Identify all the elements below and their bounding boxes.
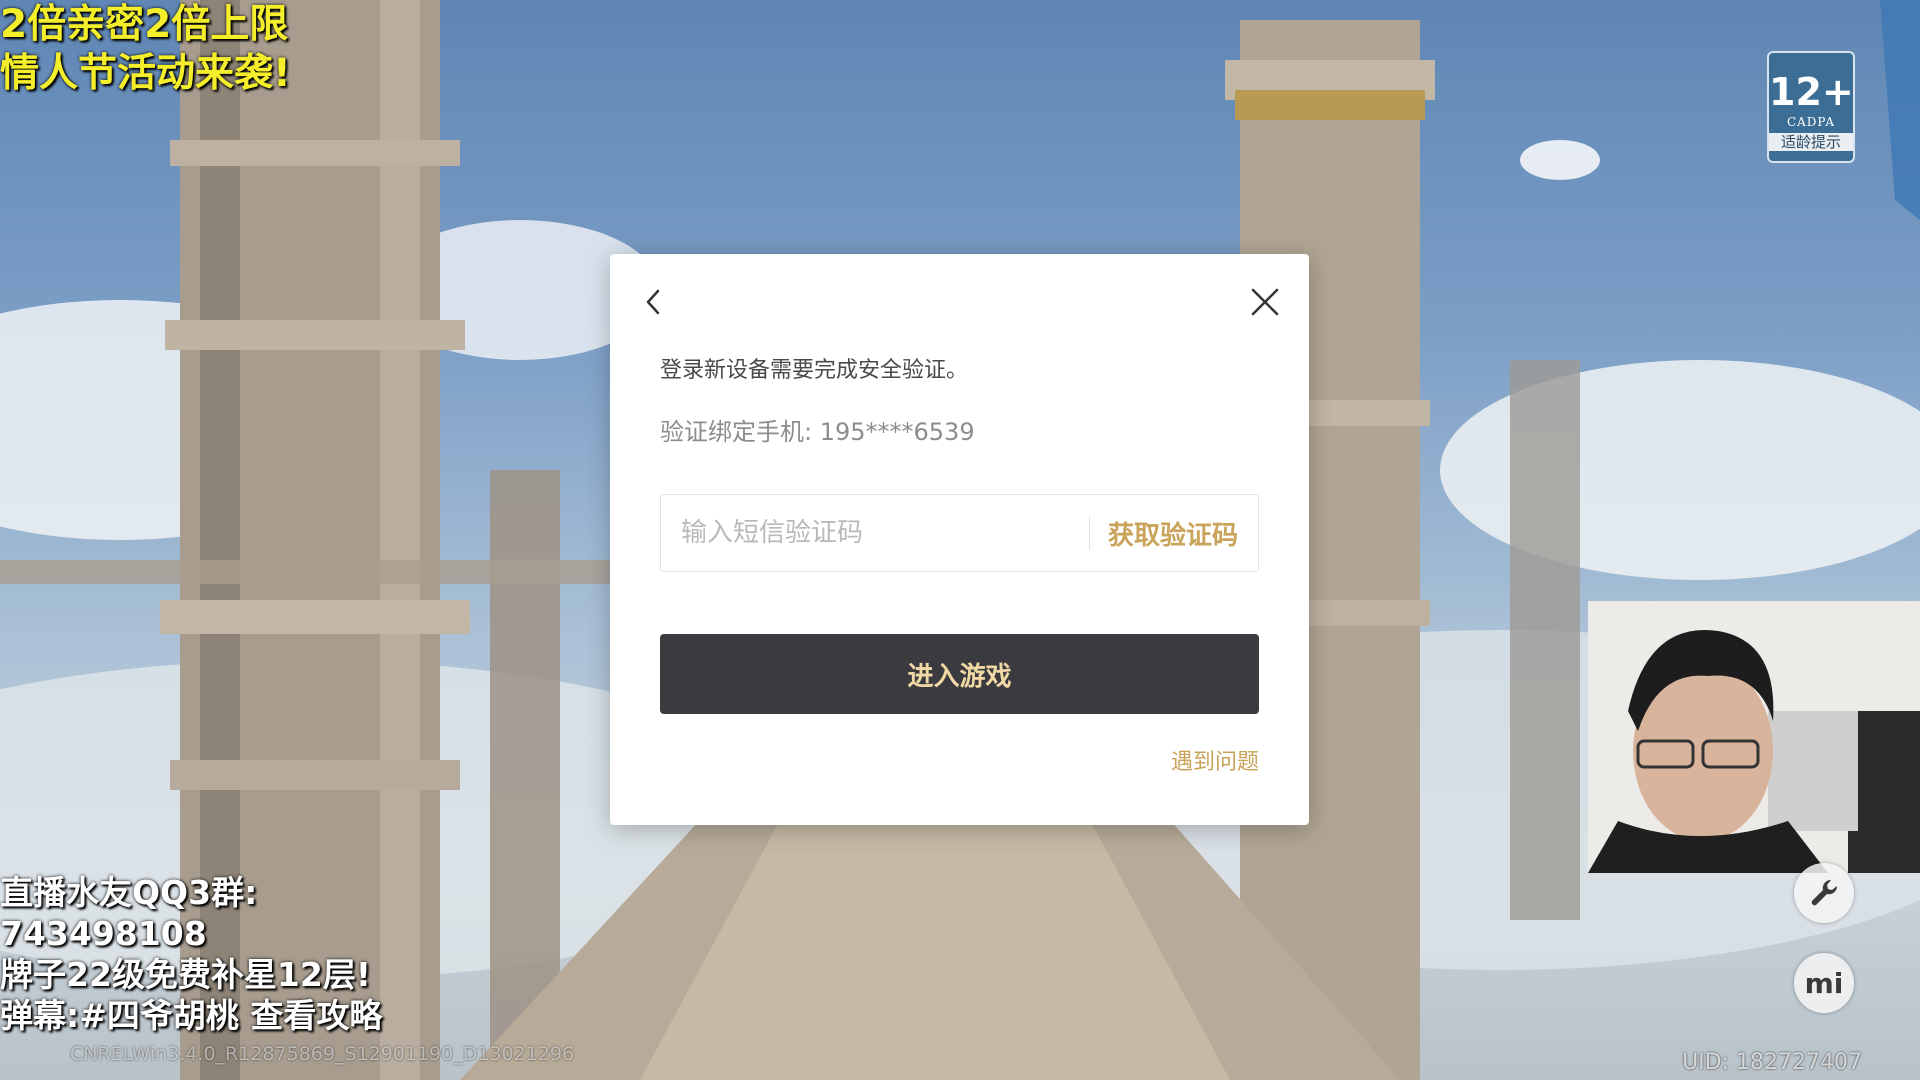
close-button[interactable] <box>1243 280 1287 324</box>
game-version: CNRELWin3.4.0_R12875869_S12901190_D13021… <box>70 1043 575 1065</box>
settings-wrench-button[interactable] <box>1794 863 1854 923</box>
stream-info-line-4: 弹幕:#四爷胡桃 查看攻略 <box>0 996 383 1035</box>
close-icon <box>1251 288 1279 316</box>
sms-code-input[interactable] <box>661 494 1089 572</box>
promo-line-2: 情人节活动来袭! <box>0 51 291 96</box>
age-rating-tip: 适龄提示 <box>1769 133 1853 151</box>
age-rating-org: CADPA <box>1786 115 1836 129</box>
stream-info-line-2: 743498108 <box>0 914 207 953</box>
sms-code-field: 获取验证码 <box>660 494 1259 572</box>
streamer-figure <box>1588 601 1920 873</box>
game-scene: 2倍亲密2倍上限 情人节活动来袭! 12+ CADPA 适龄提示 mi 直播水友… <box>0 0 1920 1080</box>
verification-message: 登录新设备需要完成安全验证。 <box>660 358 969 383</box>
stream-info-line-3: 牌子22级免费补星12层! <box>0 955 371 994</box>
stream-info-overlay: 直播水友QQ3群: 743498108 牌子22级免费补星12层! 弹幕:#四爷… <box>0 872 382 1036</box>
back-button[interactable] <box>632 280 676 324</box>
chevron-left-icon <box>646 289 660 315</box>
mihoyo-account-button[interactable]: mi <box>1794 953 1854 1013</box>
encounter-problem-link[interactable]: 遇到问题 <box>1171 744 1259 776</box>
player-uid: UID: 182727407 <box>1682 1050 1862 1075</box>
wrench-icon <box>1811 879 1838 906</box>
get-code-button[interactable]: 获取验证码 <box>1090 515 1258 552</box>
bound-phone-label: 验证绑定手机: 195****6539 <box>660 418 975 446</box>
enter-game-button[interactable]: 进入游戏 <box>660 634 1259 714</box>
streamer-webcam <box>1588 601 1920 873</box>
age-rating-badge: 12+ CADPA 适龄提示 <box>1767 51 1855 163</box>
age-rating: 12+ <box>1769 70 1854 114</box>
mihoyo-logo-icon: mi <box>1804 966 1844 1000</box>
stream-info-line-1: 直播水友QQ3群: <box>0 873 258 912</box>
promo-overlay: 2倍亲密2倍上限 情人节活动来袭! <box>0 0 291 98</box>
security-verification-dialog: 登录新设备需要完成安全验证。 验证绑定手机: 195****6539 获取验证码… <box>610 254 1309 825</box>
promo-line-1: 2倍亲密2倍上限 <box>0 2 289 47</box>
